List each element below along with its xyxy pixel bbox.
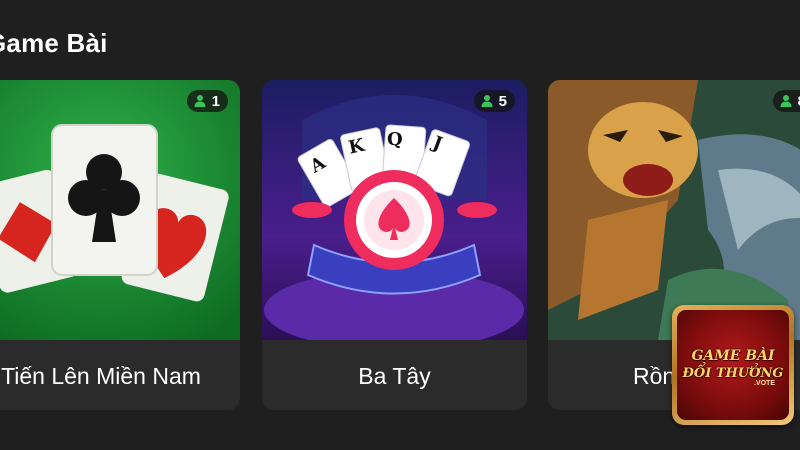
game-thumbnail: A K Q J	[262, 80, 527, 340]
svg-text:Q: Q	[387, 129, 403, 150]
user-icon	[481, 95, 493, 107]
logo-domain: .VOTE	[753, 380, 775, 387]
player-count-badge: 1	[186, 90, 228, 112]
section-title: Game Bài	[0, 28, 108, 58]
card-suits-illustration	[0, 80, 240, 340]
user-icon	[780, 95, 792, 107]
game-thumbnail	[548, 80, 800, 340]
game-thumbnail	[0, 80, 240, 340]
player-count: 1	[211, 92, 220, 110]
site-logo: GAME BÀI ĐỔI THƯỞNG .VOTE	[672, 305, 794, 425]
player-count-badge: 5	[473, 90, 515, 112]
poker-chip-illustration: A K Q J	[262, 80, 527, 340]
logo-line2: ĐỔI THƯỞNG	[682, 366, 784, 381]
player-count: 5	[498, 92, 507, 110]
player-count-badge: 8	[772, 90, 800, 112]
logo-line1: GAME BÀI	[691, 348, 775, 364]
user-icon	[194, 95, 206, 107]
tiger-dragon-illustration	[548, 80, 800, 340]
game-title: Ba Tây	[358, 362, 431, 389]
game-card-ba-tay[interactable]: A K Q J 5 Ba Tây	[262, 80, 527, 410]
logo-badge: GAME BÀI ĐỔI THƯỞNG .VOTE	[677, 310, 789, 420]
game-title: Tiến Lên Miền Nam	[1, 362, 201, 389]
game-card-tien-len-mien-nam[interactable]: 1 Tiến Lên Miền Nam	[0, 80, 240, 410]
